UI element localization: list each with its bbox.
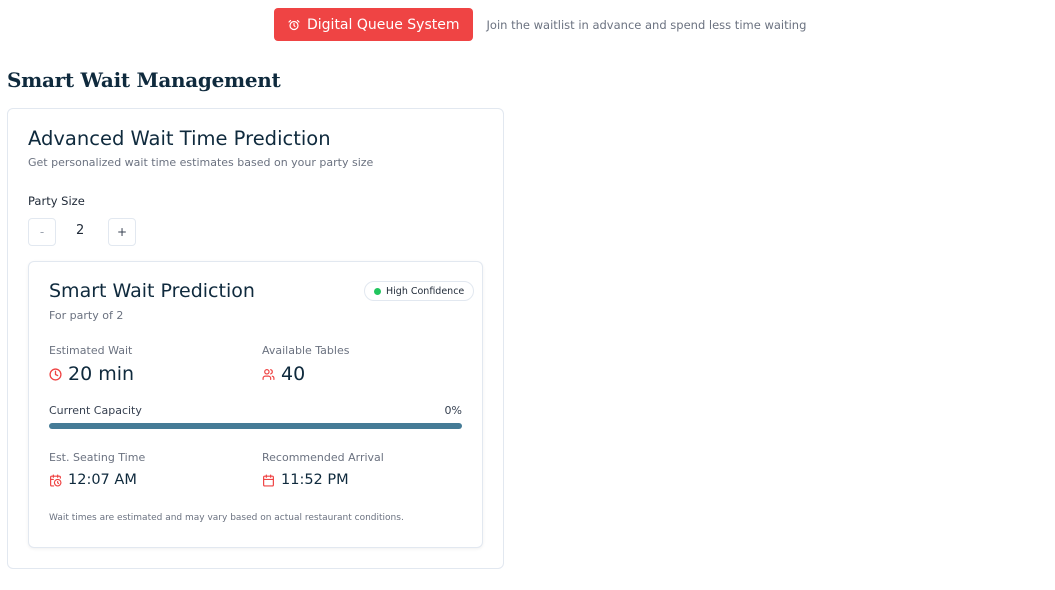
available-tables-value: 40 xyxy=(281,363,306,385)
digital-queue-button-label: Digital Queue System xyxy=(307,16,460,33)
alarm-clock-icon xyxy=(288,19,300,30)
seating-time-stat: 12:07 AM xyxy=(49,472,137,488)
confidence-badge: High Confidence xyxy=(364,281,475,301)
party-size-label: Party Size xyxy=(28,194,85,208)
party-size-value: 2 xyxy=(76,223,85,238)
prediction-title: Smart Wait Prediction xyxy=(49,280,255,302)
section-title: Smart Wait Management xyxy=(7,68,281,92)
top-bar: Digital Queue System Join the waitlist i… xyxy=(274,8,806,41)
calendar-clock-icon xyxy=(50,473,62,487)
increment-party-button[interactable]: + xyxy=(108,218,136,246)
estimated-wait-label: Estimated Wait xyxy=(49,344,133,357)
recommended-arrival-stat: 11:52 PM xyxy=(262,472,349,488)
available-tables-stat: 40 xyxy=(262,363,305,385)
decrement-party-button[interactable]: - xyxy=(28,218,56,246)
card-title: Advanced Wait Time Prediction xyxy=(28,127,331,150)
clock-icon xyxy=(49,367,62,381)
recommended-arrival-value: 11:52 PM xyxy=(281,472,349,488)
available-tables-label: Available Tables xyxy=(262,344,350,357)
prediction-subtitle: For party of 2 xyxy=(49,309,124,322)
calendar-icon xyxy=(263,473,274,487)
seating-time-value: 12:07 AM xyxy=(68,472,137,488)
estimated-wait-stat: 20 min xyxy=(49,363,134,385)
recommended-arrival-label: Recommended Arrival xyxy=(262,451,384,464)
card-subtitle: Get personalized wait time estimates bas… xyxy=(28,156,374,169)
capacity-progress-bar xyxy=(49,423,462,429)
capacity-label: Current Capacity xyxy=(49,404,142,417)
users-icon xyxy=(262,368,275,380)
digital-queue-button[interactable]: Digital Queue System xyxy=(274,8,473,41)
smart-prediction-card: Smart Wait Prediction For party of 2 Hig… xyxy=(28,261,483,548)
estimated-wait-value: 20 min xyxy=(68,363,135,385)
capacity-percent: 0% xyxy=(444,404,462,417)
confidence-dot-icon xyxy=(374,287,381,295)
wait-prediction-card: Advanced Wait Time Prediction Get person… xyxy=(7,108,504,569)
header-tagline: Join the waitlist in advance and spend l… xyxy=(486,17,807,32)
disclaimer-footnote: Wait times are estimated and may vary ba… xyxy=(49,513,404,523)
seating-time-label: Est. Seating Time xyxy=(49,451,146,464)
confidence-badge-label: High Confidence xyxy=(386,285,465,297)
